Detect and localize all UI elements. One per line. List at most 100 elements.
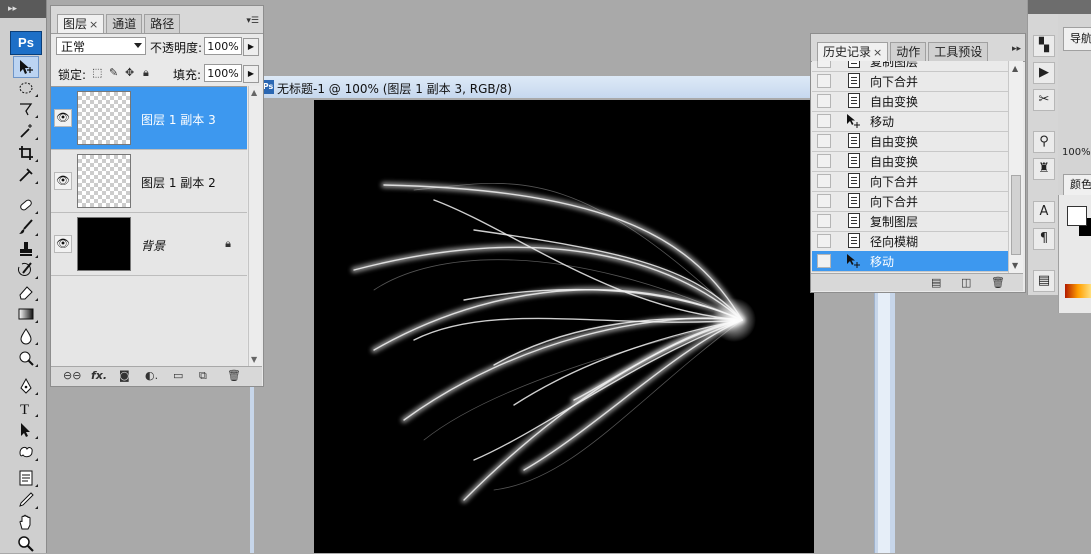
- character-icon[interactable]: A: [1033, 201, 1055, 223]
- photoshop-logo[interactable]: Ps: [10, 31, 42, 55]
- new-group-icon[interactable]: ▭: [173, 369, 183, 382]
- layers-panel-grip[interactable]: [51, 6, 263, 14]
- panel-menu-icon[interactable]: ▾☰: [246, 16, 259, 26]
- blend-mode-select[interactable]: 正常: [56, 37, 146, 55]
- history-item[interactable]: 复制图层: [812, 211, 1008, 232]
- slice-icon[interactable]: [14, 165, 38, 185]
- tab-history[interactable]: 历史记录 ×: [817, 42, 889, 61]
- type-icon[interactable]: T: [14, 398, 38, 418]
- history-item[interactable]: 自由变换: [812, 91, 1008, 112]
- opacity-slider-button[interactable]: ▶: [243, 38, 259, 56]
- clone-stamp-icon[interactable]: [14, 239, 38, 259]
- panel-menu-icon[interactable]: ▸▸: [1012, 44, 1021, 54]
- history-source-checkbox[interactable]: [817, 94, 831, 108]
- lock-transparent-icon[interactable]: ⬚: [92, 66, 102, 79]
- right-dock-grip[interactable]: [1058, 0, 1091, 14]
- add-mask-icon[interactable]: ◙: [119, 369, 130, 382]
- opacity-input[interactable]: 100%: [204, 37, 242, 55]
- pen-icon[interactable]: [14, 376, 38, 396]
- actions-play-icon[interactable]: ▶: [1033, 62, 1055, 84]
- scroll-down-icon[interactable]: ▼: [251, 355, 257, 364]
- stamp-icon[interactable]: ♜: [1033, 158, 1055, 180]
- history-source-checkbox[interactable]: [817, 154, 831, 168]
- healing-brush-icon[interactable]: [14, 195, 38, 215]
- history-source-checkbox[interactable]: [817, 61, 831, 68]
- brush-icon[interactable]: [14, 217, 38, 237]
- fx-icon[interactable]: fx.: [91, 369, 107, 382]
- history-item[interactable]: 向下合并: [812, 191, 1008, 212]
- adjustment-layer-icon[interactable]: ◐.: [145, 369, 158, 382]
- blur-icon[interactable]: [14, 326, 38, 346]
- scroll-up-icon[interactable]: ▲: [251, 88, 257, 97]
- tab-navigator[interactable]: 导航: [1063, 27, 1091, 51]
- lasso-icon[interactable]: [14, 99, 38, 119]
- history-source-checkbox[interactable]: [817, 254, 831, 268]
- history-item[interactable]: 径向模糊: [812, 231, 1008, 252]
- elliptical-marquee-icon[interactable]: [14, 78, 38, 98]
- history-item[interactable]: 自由变换: [812, 151, 1008, 172]
- fill-slider-button[interactable]: ▶: [243, 65, 259, 83]
- foreground-color-swatch[interactable]: [1067, 206, 1087, 226]
- layer-row[interactable]: 👁︎ 图层 1 副本 2: [51, 150, 247, 213]
- tab-paths[interactable]: 路径: [144, 14, 181, 33]
- hand-icon[interactable]: [14, 512, 38, 532]
- notes-icon[interactable]: [14, 468, 38, 488]
- crop-icon[interactable]: [14, 143, 38, 163]
- link-layers-icon[interactable]: ⊖⊖: [63, 369, 81, 382]
- paragraph-icon[interactable]: ¶: [1033, 228, 1055, 250]
- eye-icon[interactable]: 👁︎: [54, 235, 72, 253]
- lock-pixels-icon[interactable]: ✎: [109, 66, 118, 79]
- history-item[interactable]: 移动: [812, 111, 1008, 132]
- tools-scissor-icon[interactable]: ✂: [1033, 89, 1055, 111]
- history-source-checkbox[interactable]: [817, 234, 831, 248]
- history-source-checkbox[interactable]: [817, 174, 831, 188]
- layers-scrollbar[interactable]: ▲ ▼: [248, 86, 261, 366]
- layer-row[interactable]: 👁︎ 背景 🔒︎: [51, 213, 247, 276]
- gradient-icon[interactable]: [14, 304, 38, 324]
- history-panel-grip[interactable]: [811, 34, 1025, 42]
- toolbar-grip[interactable]: ▸▸: [0, 0, 46, 18]
- tab-tool-presets[interactable]: 工具预设: [928, 42, 989, 61]
- layer-row[interactable]: 👁︎ 图层 1 副本 3: [51, 87, 247, 150]
- history-source-checkbox[interactable]: [817, 214, 831, 228]
- dock-grip[interactable]: [1028, 0, 1058, 14]
- history-item[interactable]: 移动: [812, 251, 1008, 272]
- history-source-checkbox[interactable]: [817, 114, 831, 128]
- new-document-from-state-icon[interactable]: ▤: [931, 276, 941, 289]
- history-scroll-thumb[interactable]: [1011, 175, 1021, 255]
- move-tool-icon[interactable]: [13, 56, 39, 78]
- tab-layers-close-icon[interactable]: ×: [89, 18, 98, 31]
- history-item[interactable]: 自由变换: [812, 131, 1008, 152]
- lock-all-icon[interactable]: 🔒︎: [143, 66, 149, 80]
- trash-icon[interactable]: 🗑︎: [227, 369, 241, 382]
- trash-icon[interactable]: 🗑︎: [991, 276, 1005, 289]
- lock-position-icon[interactable]: ✥: [125, 66, 134, 79]
- fill-input[interactable]: 100%: [204, 64, 242, 82]
- canvas[interactable]: [314, 100, 814, 553]
- tab-channels[interactable]: 通道: [106, 14, 143, 33]
- magic-wand-icon[interactable]: [14, 121, 38, 141]
- history-item[interactable]: 向下合并: [812, 171, 1008, 192]
- eye-icon[interactable]: 👁︎: [54, 109, 72, 127]
- eyedropper-icon[interactable]: [14, 490, 38, 510]
- zoom-icon[interactable]: [14, 534, 38, 554]
- new-snapshot-icon[interactable]: ◫: [961, 276, 971, 289]
- tab-color[interactable]: 颜色: [1063, 174, 1091, 196]
- eraser-icon[interactable]: [14, 282, 38, 302]
- notes-panel-icon[interactable]: ▤: [1033, 270, 1055, 292]
- history-brush-icon[interactable]: [14, 260, 38, 280]
- history-source-checkbox[interactable]: [817, 74, 831, 88]
- tab-layers[interactable]: 图层 ×: [57, 14, 105, 33]
- clone-source-icon[interactable]: ⚲: [1033, 131, 1055, 153]
- scroll-up-icon[interactable]: ▲: [1012, 64, 1018, 73]
- path-selection-icon[interactable]: [14, 420, 38, 440]
- custom-shape-icon[interactable]: [14, 442, 38, 462]
- navigator-zoom[interactable]: 100%: [1062, 147, 1091, 158]
- new-layer-icon[interactable]: ⧉: [199, 369, 207, 383]
- eye-icon[interactable]: 👁︎: [54, 172, 72, 190]
- brushes-panel-icon[interactable]: ▚: [1033, 35, 1055, 57]
- scroll-down-icon[interactable]: ▼: [1012, 261, 1018, 270]
- tab-actions[interactable]: 动作: [890, 42, 927, 61]
- history-source-checkbox[interactable]: [817, 194, 831, 208]
- tab-history-close-icon[interactable]: ×: [873, 46, 882, 59]
